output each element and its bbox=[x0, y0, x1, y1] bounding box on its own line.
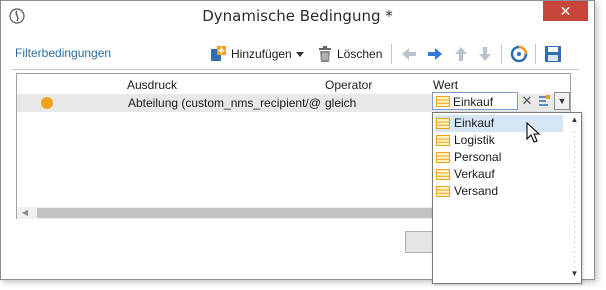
arrow-left-icon[interactable] bbox=[399, 44, 419, 64]
toolbar-separator bbox=[501, 44, 502, 64]
row-operator[interactable]: gleich bbox=[325, 96, 356, 110]
delete-button[interactable]: Löschen bbox=[317, 43, 382, 65]
trash-icon bbox=[319, 46, 331, 62]
scroll-thumb[interactable] bbox=[37, 208, 457, 218]
status-dot-icon bbox=[41, 97, 53, 109]
list-item[interactable]: Versand bbox=[435, 183, 563, 200]
close-button[interactable]: ✕ bbox=[543, 1, 588, 21]
expression-editor-icon[interactable] bbox=[537, 93, 551, 109]
list-item[interactable]: Verkauf bbox=[435, 166, 563, 183]
scroll-up-arrow[interactable]: ▲ bbox=[568, 115, 581, 127]
table-icon bbox=[436, 118, 450, 129]
add-button-label: Hinzufügen bbox=[231, 47, 292, 61]
dropdown-toggle-button[interactable]: ▼ bbox=[554, 92, 570, 110]
scroll-down-arrow[interactable]: ▼ bbox=[568, 269, 581, 281]
add-icon bbox=[211, 46, 226, 61]
list-item-label: Versand bbox=[454, 184, 499, 198]
toolbar-divider bbox=[11, 69, 579, 70]
toolbar-separator bbox=[535, 44, 536, 64]
dropdown-vertical-scrollbar[interactable]: ▲ ▼ bbox=[568, 113, 581, 283]
list-item-label: Personal bbox=[454, 150, 502, 164]
arrow-right-icon[interactable] bbox=[425, 44, 445, 64]
list-item-label: Einkauf bbox=[454, 116, 495, 130]
scroll-left-arrow[interactable]: ◀ bbox=[19, 208, 31, 218]
refresh-icon[interactable] bbox=[509, 44, 529, 64]
list-item[interactable]: Einkauf bbox=[435, 115, 563, 132]
table-icon bbox=[436, 135, 450, 146]
filter-conditions-link[interactable]: Filterbedingungen bbox=[15, 46, 111, 60]
column-header-operator[interactable]: Operator bbox=[325, 78, 372, 92]
list-item-label: Verkauf bbox=[454, 167, 495, 181]
table-icon bbox=[436, 169, 450, 180]
row-expression[interactable]: Abteilung (custom_nms_recipient/@ bbox=[128, 96, 322, 110]
table-icon bbox=[436, 152, 450, 163]
list-item[interactable]: Personal bbox=[435, 149, 563, 166]
clear-icon[interactable]: ✕ bbox=[520, 93, 534, 109]
window-title: Dynamische Bedingung * bbox=[202, 7, 393, 25]
arrow-up-icon[interactable] bbox=[451, 44, 471, 64]
value-dropdown-list: Einkauf Logistik Personal Verkauf Versan… bbox=[432, 112, 582, 284]
obscured-button[interactable] bbox=[405, 231, 433, 253]
value-input[interactable]: Einkauf bbox=[432, 92, 518, 110]
table-icon bbox=[436, 96, 450, 107]
column-header-value[interactable]: Wert bbox=[433, 78, 458, 92]
list-item-label: Logistik bbox=[454, 133, 495, 147]
table-icon bbox=[436, 186, 450, 197]
value-text: Einkauf bbox=[453, 95, 494, 109]
column-header-expression[interactable]: Ausdruck bbox=[127, 78, 177, 92]
scroll-track[interactable] bbox=[571, 131, 578, 269]
save-icon[interactable] bbox=[543, 44, 563, 64]
dropdown-arrow-icon[interactable] bbox=[295, 50, 304, 58]
toolbar-separator bbox=[391, 44, 392, 64]
arrow-down-icon[interactable] bbox=[475, 44, 495, 64]
list-item[interactable]: Logistik bbox=[435, 132, 563, 149]
delete-button-label: Löschen bbox=[337, 47, 383, 61]
mouse-cursor-icon bbox=[526, 122, 541, 143]
toolbar: Filterbedingungen Hinzufügen Löschen bbox=[11, 41, 577, 67]
title-bar[interactable]: Dynamische Bedingung * ✕ bbox=[1, 1, 594, 31]
value-combobox[interactable]: Einkauf ✕ ▼ bbox=[432, 92, 572, 110]
add-button[interactable]: Hinzufügen bbox=[209, 43, 304, 65]
